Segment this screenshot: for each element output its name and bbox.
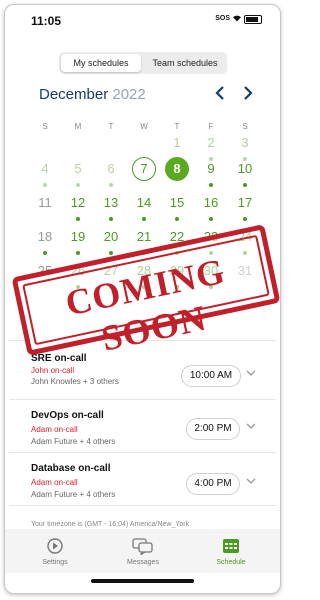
calendar-day[interactable]: 7 <box>132 157 156 181</box>
my-schedules-tab[interactable]: My schedules <box>61 54 141 72</box>
weekday-label: T <box>108 122 114 131</box>
chevron-down-icon[interactable] <box>246 369 256 380</box>
calendar-day[interactable]: 6 <box>99 157 123 181</box>
calendar-day[interactable]: 8 <box>165 157 189 181</box>
status-bar: 11:05 SOS <box>5 5 280 28</box>
calendar-day[interactable]: 20 <box>99 225 123 249</box>
wifi-icon <box>232 14 242 24</box>
calendar-day[interactable]: 15 <box>165 191 189 215</box>
event-dot <box>109 183 113 187</box>
chevron-down-icon[interactable] <box>246 422 256 433</box>
tab-settings[interactable]: Settings <box>25 537 85 566</box>
participants-label: John Knowles + 3 others <box>31 377 119 386</box>
tab-label: Messages <box>127 559 159 566</box>
schedule-icon <box>201 537 261 555</box>
weekday-label: W <box>140 122 148 131</box>
divider <box>9 505 276 506</box>
month-title: December 2022 <box>39 86 146 103</box>
calendar-day[interactable]: 10 <box>233 157 257 181</box>
participants-label: Adam Future + 4 others <box>31 490 116 499</box>
oncall-label: Adam on-call <box>31 478 78 487</box>
month-name: December <box>39 86 109 103</box>
prev-month-button[interactable] <box>213 85 227 106</box>
schedule-title: DevOps on-call <box>31 410 104 421</box>
tab-label: Schedule <box>216 559 246 566</box>
calendar-day[interactable]: 17 <box>233 191 257 215</box>
tab-bar: Settings Messages Schedule <box>5 529 280 573</box>
timezone-note: Your timezone is (GMT - 16:04) America/N… <box>31 521 190 528</box>
weekday-label: S <box>42 122 48 131</box>
calendar-day[interactable]: 13 <box>99 191 123 215</box>
messages-icon <box>113 537 173 556</box>
calendar-day[interactable]: 21 <box>132 225 156 249</box>
calendar-day[interactable]: 18 <box>33 225 57 249</box>
calendar-day[interactable]: 19 <box>66 225 90 249</box>
event-dot <box>109 251 113 255</box>
event-dot <box>43 183 47 187</box>
tab-label: Settings <box>42 559 68 566</box>
event-dot <box>109 217 113 221</box>
calendar-day[interactable]: 5 <box>66 157 90 181</box>
participants-label: Adam Future + 4 others <box>31 437 116 446</box>
weekday-label: M <box>74 122 82 131</box>
event-dot <box>209 217 213 221</box>
phone-screen: 11:05 SOS My schedules Team schedules De… <box>4 4 281 594</box>
divider <box>9 399 276 400</box>
home-indicator <box>91 579 194 583</box>
schedule-title: Database on-call <box>31 463 111 474</box>
event-dot <box>76 217 80 221</box>
team-schedules-tab[interactable]: Team schedules <box>145 54 225 72</box>
calendar-day[interactable]: 11 <box>33 191 57 215</box>
shift-time-button[interactable]: 10:00 AM <box>181 365 241 387</box>
next-month-button[interactable] <box>241 85 255 106</box>
shift-time-button[interactable]: 2:00 PM <box>186 418 240 440</box>
event-dot <box>43 251 47 255</box>
chevron-down-icon[interactable] <box>246 477 256 488</box>
weekday-label: S <box>242 122 248 131</box>
battery-icon <box>244 15 262 24</box>
schedule-scope-toggle: My schedules Team schedules <box>59 52 227 74</box>
calendar-day[interactable]: 2 <box>199 131 223 155</box>
event-dot <box>76 183 80 187</box>
event-dot <box>243 183 247 187</box>
calendar-day[interactable]: 4 <box>33 157 57 181</box>
calendar-day[interactable]: 1 <box>165 131 189 155</box>
calendar-day[interactable]: 9 <box>199 157 223 181</box>
divider <box>9 452 276 453</box>
calendar-day[interactable]: 12 <box>66 191 90 215</box>
status-time: 11:05 <box>31 14 62 28</box>
carrier-label: SOS <box>215 15 230 22</box>
event-dot <box>175 217 179 221</box>
settings-icon <box>25 537 85 555</box>
calendar-day[interactable]: 14 <box>132 191 156 215</box>
calendar-day[interactable]: 16 <box>199 191 223 215</box>
chevron-left-icon <box>215 86 224 100</box>
calendar-day[interactable]: 3 <box>233 131 257 155</box>
event-dot <box>76 251 80 255</box>
tab-schedule[interactable]: Schedule <box>201 537 261 566</box>
event-dot <box>142 217 146 221</box>
year-label: 2022 <box>112 86 146 103</box>
tab-messages[interactable]: Messages <box>113 537 173 566</box>
weekday-label: F <box>208 122 214 131</box>
event-dot <box>243 217 247 221</box>
event-dot <box>209 183 213 187</box>
weekday-label: T <box>174 122 180 131</box>
oncall-label: Adam on-call <box>31 425 78 434</box>
shift-time-button[interactable]: 4:00 PM <box>186 473 240 495</box>
chevron-right-icon <box>244 86 253 100</box>
